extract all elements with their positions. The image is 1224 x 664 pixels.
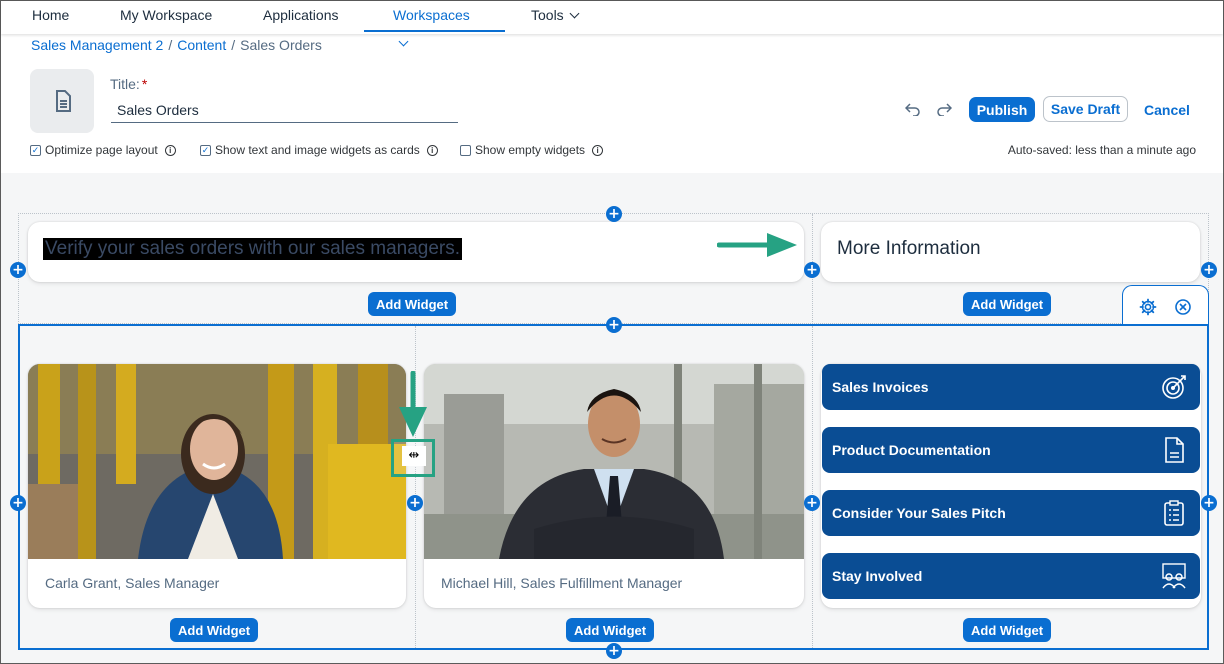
breadcrumb-separator: /	[168, 37, 173, 53]
link-tile-sales-invoices[interactable]: Sales Invoices	[822, 364, 1200, 410]
breadcrumb-separator: /	[231, 37, 236, 53]
person-caption: Carla Grant, Sales Manager	[45, 575, 220, 591]
add-column-plus-icon[interactable]: +	[1201, 262, 1217, 278]
clipboard-icon	[1164, 500, 1184, 526]
photo-michael-hill	[424, 364, 804, 559]
option-label: Show empty widgets	[475, 143, 586, 157]
checkbox-checked[interactable]: ✓	[200, 144, 211, 156]
gear-icon[interactable]	[1139, 298, 1157, 316]
chevron-down-icon	[569, 8, 580, 19]
add-widget-button[interactable]: Add Widget	[368, 292, 457, 316]
add-section-plus-icon[interactable]: +	[606, 643, 622, 659]
close-icon[interactable]	[1174, 298, 1192, 316]
link-tile-product-documentation[interactable]: Product Documentation	[822, 427, 1200, 473]
info-icon[interactable]: i	[592, 144, 604, 156]
checkbox-checked[interactable]: ✓	[30, 144, 41, 156]
document-icon	[56, 90, 71, 112]
link-tile-label: Sales Invoices	[832, 379, 929, 395]
add-widget-button[interactable]: Add Widget	[566, 618, 655, 642]
person-caption: Michael Hill, Sales Fulfillment Manager	[441, 575, 683, 591]
checkbox-unchecked[interactable]	[460, 144, 471, 156]
nav-home[interactable]: Home	[3, 1, 98, 32]
breadcrumb-current: Sales Orders	[240, 37, 322, 53]
add-section-plus-icon[interactable]: +	[606, 317, 622, 333]
nav-applications-label: Applications	[263, 7, 339, 23]
top-navigation: Home My Workspace Applications Workspace…	[1, 1, 1223, 47]
add-column-plus-icon[interactable]: +	[407, 495, 423, 511]
more-information-heading[interactable]: More Information	[837, 238, 981, 260]
redo-icon[interactable]	[934, 99, 954, 119]
section-toolbar	[1122, 285, 1209, 326]
nav-workspaces[interactable]: Workspaces	[364, 1, 505, 47]
link-tile-stay-involved[interactable]: Stay Involved	[822, 553, 1200, 599]
nav-my-workspace-label: My Workspace	[120, 7, 213, 23]
add-column-plus-icon[interactable]: +	[804, 495, 820, 511]
option-optimize-layout[interactable]: ✓ Optimize page layout i	[30, 143, 176, 157]
annotation-arrow-down	[399, 371, 427, 437]
nav-workspaces-label: Workspaces	[393, 7, 470, 23]
add-widget-button[interactable]: Add Widget	[963, 618, 1052, 642]
page-icon[interactable]	[30, 69, 94, 133]
add-widget-button[interactable]: Add Widget	[963, 292, 1052, 316]
text-widget-selected-text[interactable]: Verify your sales orders with our sales …	[43, 238, 463, 260]
title-label: Title: *	[110, 76, 147, 92]
nav-tools[interactable]: Tools	[502, 1, 607, 32]
nav-my-workspace[interactable]: My Workspace	[91, 1, 241, 32]
photo-carla-grant	[28, 364, 406, 559]
add-column-plus-icon[interactable]: +	[10, 495, 26, 511]
publish-button[interactable]: Publish	[969, 97, 1035, 122]
title-label-text: Title:	[110, 76, 140, 92]
link-tile-label: Product Documentation	[832, 442, 991, 458]
breadcrumb-link-content[interactable]: Content	[177, 37, 226, 53]
document-icon	[1165, 437, 1184, 463]
nav-tools-label: Tools	[531, 7, 564, 23]
add-section-plus-icon[interactable]: +	[606, 206, 622, 222]
undo-icon[interactable]	[903, 99, 923, 119]
autosave-status: Auto-saved: less than a minute ago	[1007, 143, 1196, 157]
add-column-plus-icon[interactable]: +	[804, 262, 820, 278]
nav-applications[interactable]: Applications	[234, 1, 368, 32]
save-draft-button[interactable]: Save Draft	[1043, 96, 1128, 122]
add-column-plus-icon[interactable]: +	[10, 262, 26, 278]
annotation-arrow-right	[717, 233, 797, 257]
link-tile-label: Consider Your Sales Pitch	[832, 505, 1006, 521]
link-tile-consider-sales-pitch[interactable]: Consider Your Sales Pitch	[822, 490, 1200, 536]
link-tile-label: Stay Involved	[832, 568, 923, 584]
option-label: Show text and image widgets as cards	[215, 143, 420, 157]
breadcrumb: Sales Management 2/Content / Sales Orders	[31, 37, 322, 53]
info-icon[interactable]: i	[164, 144, 176, 156]
option-show-as-cards[interactable]: ✓ Show text and image widgets as cards i	[200, 143, 438, 157]
column-divider	[812, 326, 813, 648]
option-show-empty-widgets[interactable]: Show empty widgets i	[460, 143, 604, 157]
resize-handle-icon[interactable]: ⇹	[402, 446, 426, 466]
title-input[interactable]	[111, 97, 458, 123]
option-label: Optimize page layout	[45, 143, 158, 157]
nav-home-label: Home	[32, 7, 70, 23]
breadcrumb-link-space[interactable]: Sales Management 2	[31, 37, 163, 53]
add-widget-button[interactable]: Add Widget	[170, 618, 259, 642]
required-marker: *	[141, 76, 148, 92]
group-icon	[1162, 563, 1186, 589]
target-icon	[1162, 375, 1186, 399]
add-column-plus-icon[interactable]: +	[1201, 495, 1217, 511]
cancel-button[interactable]: Cancel	[1137, 97, 1197, 122]
chevron-down-icon	[398, 36, 409, 47]
info-icon[interactable]: i	[426, 144, 438, 156]
